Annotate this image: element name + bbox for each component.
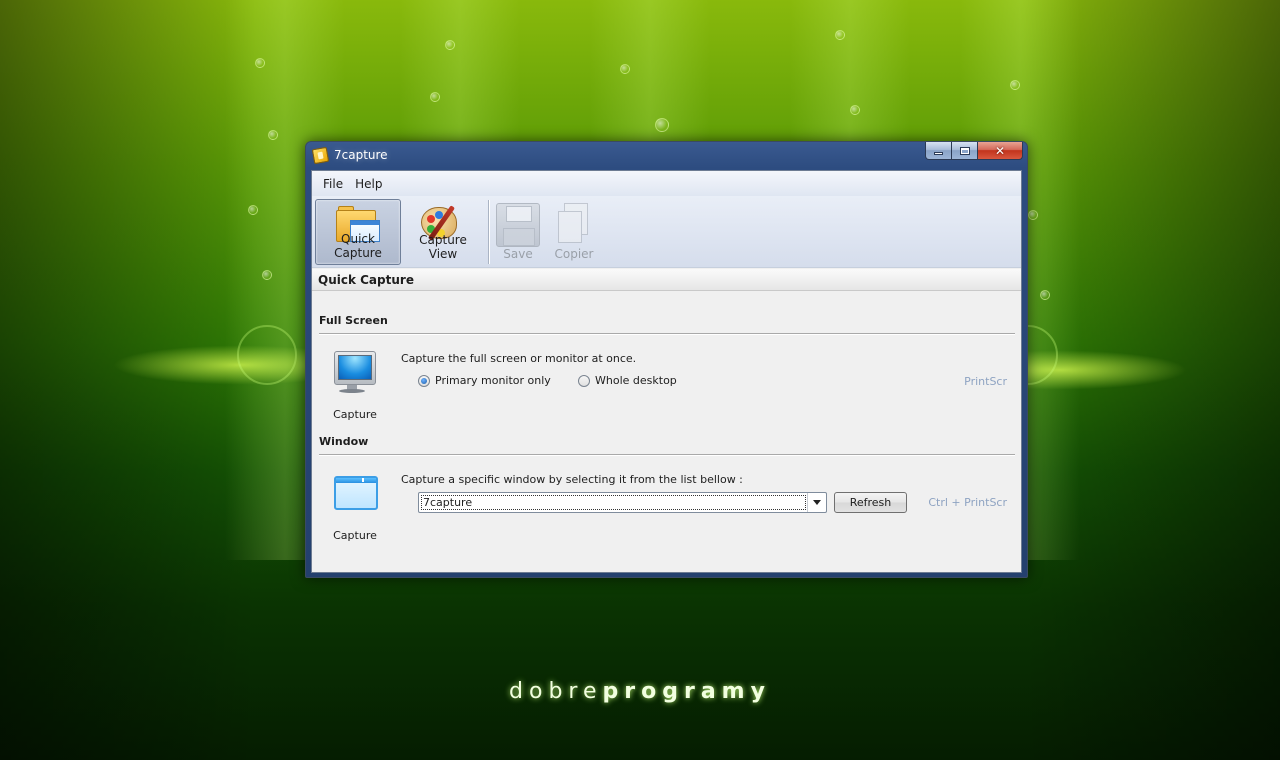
window-description: Capture a specific window by selecting i… bbox=[401, 473, 743, 486]
radio-whole-desktop[interactable]: Whole desktop bbox=[578, 374, 677, 387]
bubble bbox=[850, 105, 860, 115]
bubble bbox=[248, 205, 258, 215]
caption-buttons: ✕ bbox=[925, 142, 1023, 161]
radio-label: Whole desktop bbox=[595, 374, 677, 387]
toolbar: Quick Capture Capture View Save Copier bbox=[312, 196, 1021, 268]
capture-view-label: Capture View bbox=[419, 233, 467, 261]
copier-label: Copier bbox=[554, 247, 594, 261]
radio-primary-monitor[interactable]: Primary monitor only bbox=[418, 374, 551, 387]
window-select-value: 7capture bbox=[421, 495, 806, 510]
minimize-icon bbox=[934, 152, 943, 155]
window-title: 7capture bbox=[334, 148, 388, 162]
menu-file[interactable]: File bbox=[318, 174, 348, 194]
copy-icon bbox=[554, 203, 594, 247]
bubble bbox=[655, 118, 669, 132]
close-icon: ✕ bbox=[994, 143, 1006, 158]
bubble bbox=[1040, 290, 1050, 300]
brand-bold: programy bbox=[602, 679, 771, 704]
full-screen-shortcut: PrintScr bbox=[964, 375, 1007, 388]
window-icon bbox=[334, 476, 378, 510]
desktop-brand: dobreprogramy bbox=[0, 679, 1280, 704]
radio-label: Primary monitor only bbox=[435, 374, 551, 387]
group-divider bbox=[319, 333, 1015, 334]
window-capture-button[interactable]: Capture bbox=[330, 472, 380, 542]
radio-button[interactable] bbox=[418, 374, 430, 387]
quick-capture-button[interactable]: Quick Capture bbox=[315, 199, 401, 265]
bubble bbox=[1028, 210, 1038, 220]
group-divider bbox=[319, 454, 1015, 455]
toolbar-separator bbox=[488, 200, 489, 264]
quick-capture-label: Quick Capture bbox=[334, 232, 382, 260]
maximize-button[interactable] bbox=[952, 142, 978, 160]
full-screen-description: Capture the full screen or monitor at on… bbox=[401, 352, 637, 365]
chevron-down-icon bbox=[813, 500, 821, 505]
window-capture-label: Capture bbox=[333, 529, 377, 542]
close-button[interactable]: ✕ bbox=[978, 142, 1023, 160]
bubble bbox=[835, 30, 845, 40]
radio-button[interactable] bbox=[578, 374, 590, 387]
full-screen-capture-label: Capture bbox=[333, 408, 377, 421]
quick-capture-panel: Full Screen Capture Capture the full scr… bbox=[312, 292, 1021, 572]
section-title: Quick Capture bbox=[312, 269, 1021, 291]
app-window: 7capture ✕ File Help Quick Capture Captu… bbox=[305, 141, 1028, 578]
save-button[interactable]: Save bbox=[492, 199, 544, 265]
menu-help[interactable]: Help bbox=[350, 174, 387, 194]
capture-view-button[interactable]: Capture View bbox=[404, 199, 482, 265]
full-screen-heading: Full Screen bbox=[319, 314, 388, 327]
floppy-disk-icon bbox=[496, 203, 540, 247]
bubble bbox=[268, 130, 278, 140]
window-client: File Help Quick Capture Capture View Sav… bbox=[311, 170, 1022, 573]
full-screen-capture-button[interactable]: Capture bbox=[330, 351, 380, 421]
bubble bbox=[1010, 80, 1020, 90]
title-bar[interactable]: 7capture ✕ bbox=[306, 142, 1027, 170]
bubble bbox=[445, 40, 455, 50]
window-shortcut: Ctrl + PrintScr bbox=[928, 496, 1007, 509]
glow-ring bbox=[237, 325, 297, 385]
minimize-button[interactable] bbox=[925, 142, 952, 160]
bubble bbox=[430, 92, 440, 102]
7capture-app-icon[interactable] bbox=[311, 146, 330, 165]
refresh-button[interactable]: Refresh bbox=[834, 492, 907, 513]
bubble bbox=[620, 64, 630, 74]
bubble bbox=[262, 270, 272, 280]
window-heading: Window bbox=[319, 435, 369, 448]
bubble bbox=[255, 58, 265, 68]
maximize-icon bbox=[959, 146, 970, 155]
dropdown-arrow[interactable] bbox=[807, 493, 826, 512]
save-label: Save bbox=[503, 247, 533, 261]
window-select-dropdown[interactable]: 7capture bbox=[418, 492, 827, 513]
brand-light: dobre bbox=[509, 679, 603, 704]
copier-button[interactable]: Copier bbox=[548, 199, 600, 265]
menu-bar: File Help bbox=[312, 171, 1021, 196]
